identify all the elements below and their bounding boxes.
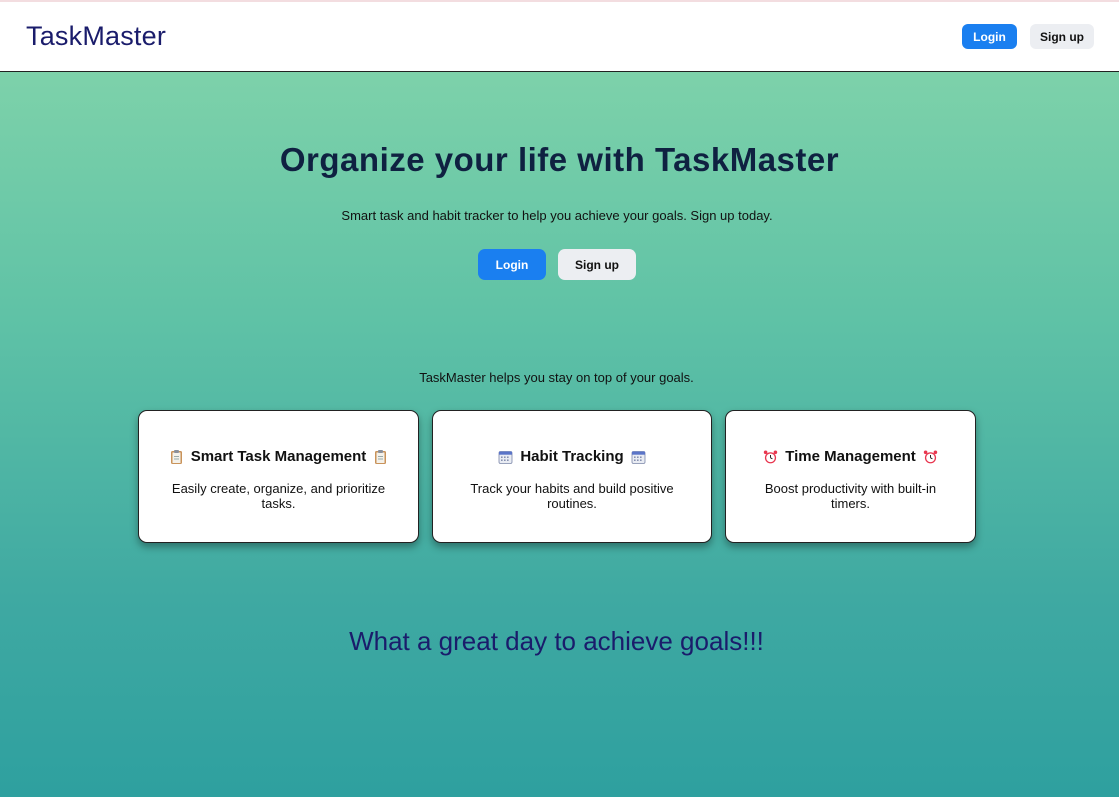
feature-card-task-management: Smart Task Management Easily create, org… bbox=[138, 410, 419, 543]
calendar-icon bbox=[631, 449, 646, 465]
feature-card-title-text: Habit Tracking bbox=[520, 448, 624, 465]
feature-card-time-management: Time Management Boost productivity with … bbox=[725, 410, 976, 543]
feature-card-title: Smart Task Management bbox=[139, 448, 418, 465]
feature-card-title-text: Time Management bbox=[785, 448, 916, 465]
nav-signup-button[interactable]: Sign up bbox=[1030, 24, 1094, 49]
feature-card-description: Track your habits and build positive rou… bbox=[470, 481, 674, 511]
feature-card-description: Boost productivity with built-in timers. bbox=[764, 481, 937, 511]
hero-signup-button[interactable]: Sign up bbox=[558, 249, 636, 280]
clipboard-icon bbox=[373, 449, 388, 465]
brand-logo[interactable]: TaskMaster bbox=[26, 21, 166, 52]
hero-title: Organize your life with TaskMaster bbox=[279, 141, 840, 178]
features-intro: TaskMaster helps you stay on top of your… bbox=[419, 370, 694, 385]
hero-subtitle: Smart task and habit tracker to help you… bbox=[341, 208, 773, 223]
feature-card-title-text: Smart Task Management bbox=[190, 448, 367, 465]
motivational-tagline: What a great day to achieve goals!!! bbox=[349, 626, 764, 656]
feature-card-title: Habit Tracking bbox=[433, 448, 711, 465]
feature-card-habit-tracking: Habit Tracking Track your habits and bui… bbox=[432, 410, 712, 543]
calendar-icon bbox=[498, 449, 513, 465]
hero-login-button[interactable]: Login bbox=[478, 249, 546, 280]
alarm-clock-icon bbox=[923, 449, 938, 465]
navbar: TaskMaster Login Sign up bbox=[0, 2, 1119, 72]
feature-card-title: Time Management bbox=[726, 448, 975, 465]
clipboard-icon bbox=[169, 449, 184, 465]
feature-card-description: Easily create, organize, and prioritize … bbox=[171, 481, 386, 511]
nav-login-button[interactable]: Login bbox=[962, 24, 1017, 49]
alarm-clock-icon bbox=[763, 449, 778, 465]
